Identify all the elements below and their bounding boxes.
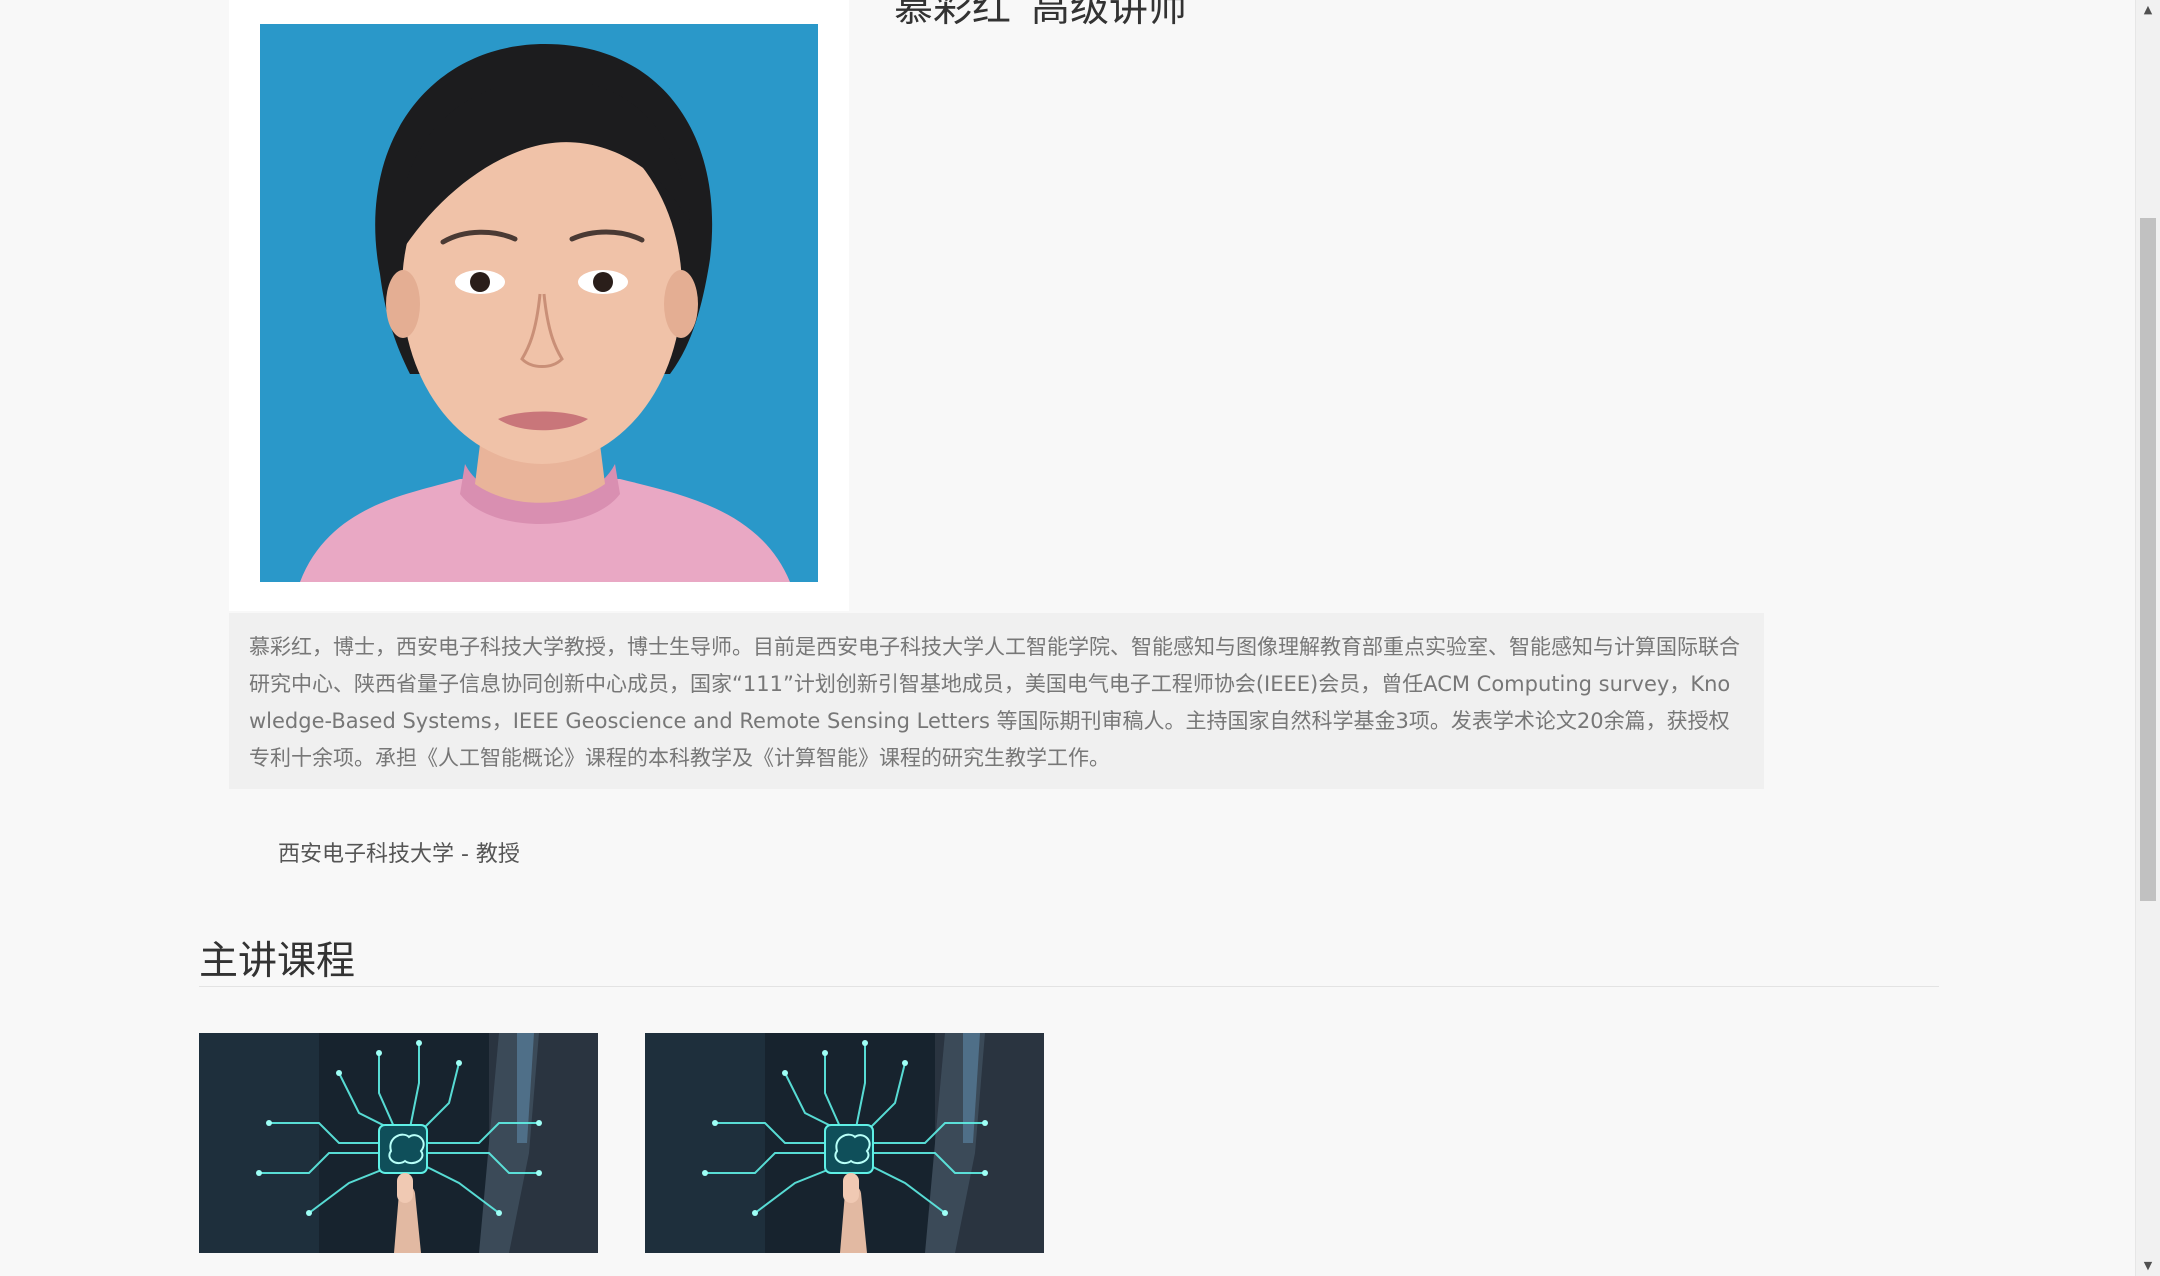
- vertical-scrollbar[interactable]: ▲ ▼: [2135, 0, 2160, 1276]
- bio-box: 慕彩红，博士，西安电子科技大学教授，博士生导师。目前是西安电子科技大学人工智能学…: [229, 613, 1764, 789]
- scroll-thumb[interactable]: [2140, 218, 2156, 901]
- teacher-rank: 高级讲师: [1031, 0, 1188, 31]
- portrait-illustration: [260, 24, 818, 582]
- section-divider: [199, 986, 1939, 987]
- teacher-profile-page: 慕彩红 高级讲师 慕彩红，博士，西安电子科技大学教授，博士生导师。目前是西安电子科…: [0, 0, 2160, 1276]
- courses-heading: 主讲课程: [199, 939, 356, 984]
- course-card-2[interactable]: [645, 1033, 1044, 1253]
- affiliation: 西安电子科技大学 - 教授: [278, 842, 520, 867]
- teacher-name: 慕彩红: [894, 0, 1012, 31]
- profile-photo: [260, 24, 818, 582]
- course-card-1[interactable]: [199, 1033, 598, 1253]
- scroll-up-arrow-icon[interactable]: ▲: [2136, 0, 2160, 18]
- bio-text: 慕彩红，博士，西安电子科技大学教授，博士生导师。目前是西安电子科技大学人工智能学…: [249, 635, 1740, 770]
- ai-brain-circuit-image: [199, 1033, 598, 1253]
- profile-photo-card: [229, 0, 849, 611]
- profile-title: 慕彩红 高级讲师: [894, 0, 1187, 33]
- scroll-down-arrow-icon[interactable]: ▼: [2136, 1256, 2160, 1274]
- ai-brain-circuit-image: [645, 1033, 1044, 1253]
